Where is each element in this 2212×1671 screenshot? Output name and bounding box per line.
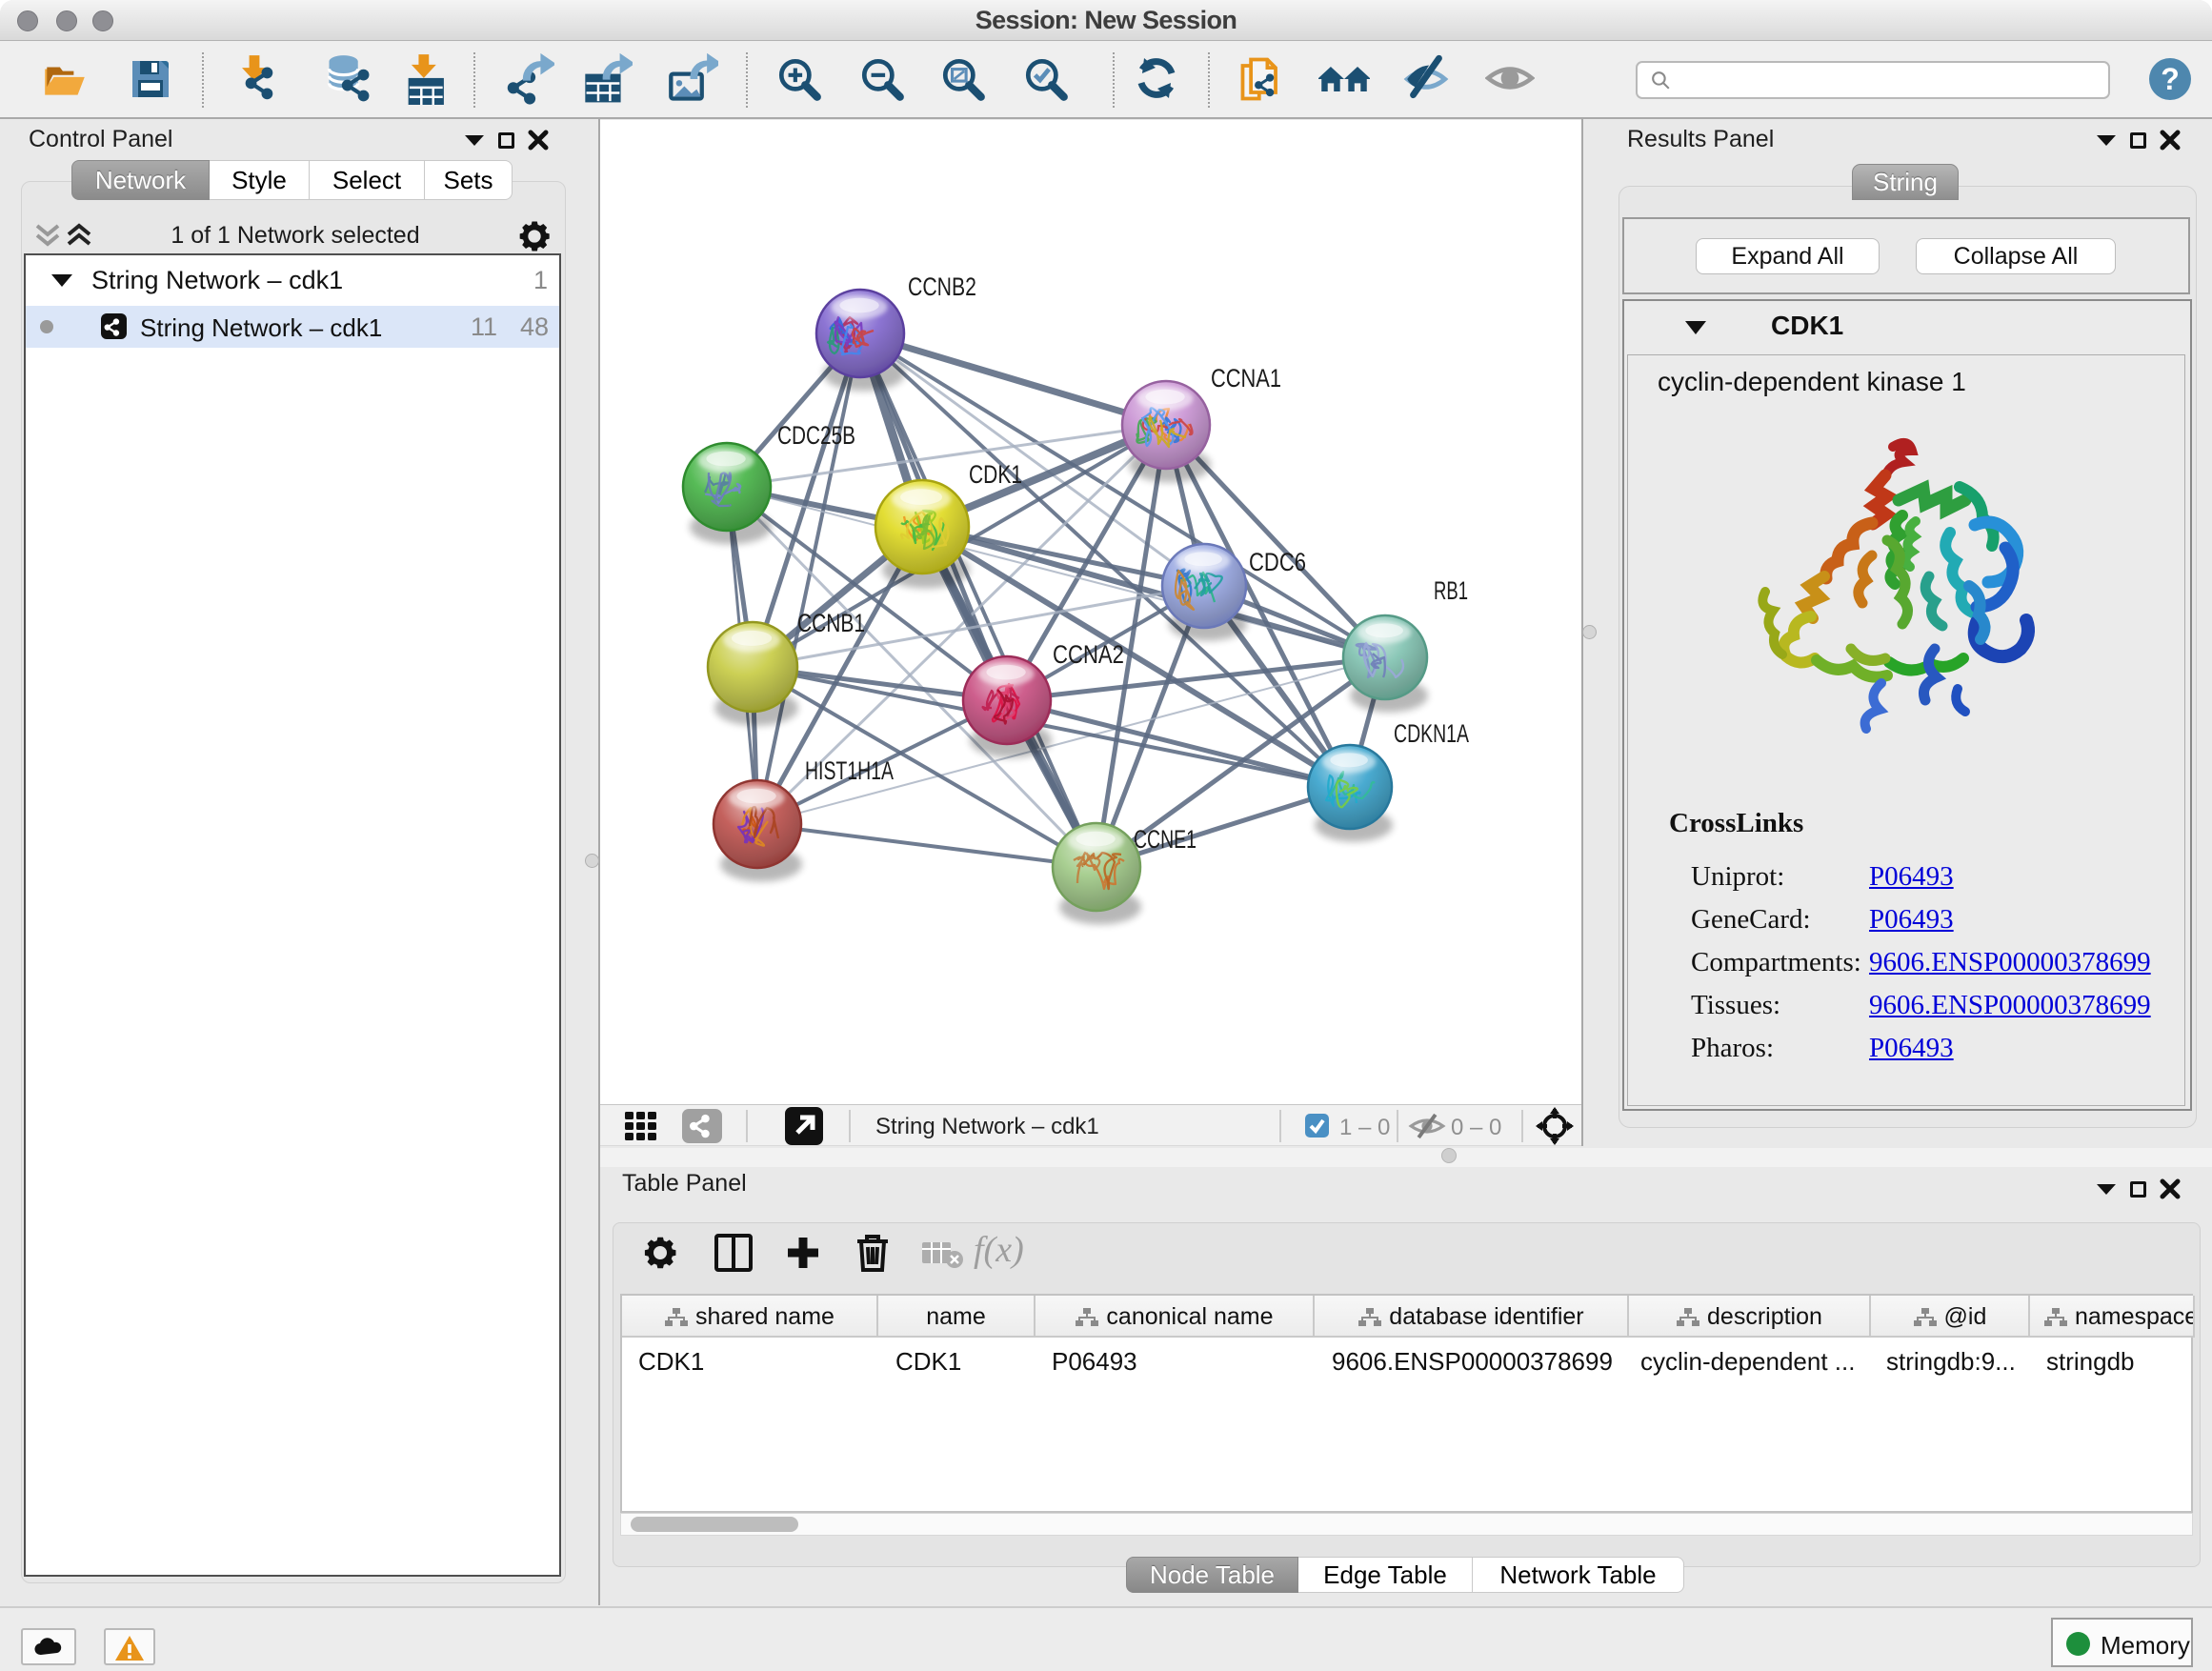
svg-text:CDK1: CDK1 — [969, 460, 1022, 489]
svg-text:CCNA1: CCNA1 — [1211, 364, 1281, 393]
svg-text:CDC6: CDC6 — [1249, 548, 1306, 576]
svg-text:CCNB2: CCNB2 — [908, 272, 976, 301]
svg-text:RB1: RB1 — [1434, 576, 1468, 605]
svg-text:CCNB1: CCNB1 — [797, 609, 865, 637]
svg-text:CDKN1A: CDKN1A — [1394, 719, 1469, 748]
svg-text:HIST1H1A: HIST1H1A — [805, 756, 894, 785]
svg-text:CDC25B: CDC25B — [777, 421, 855, 450]
svg-text:CCNE1: CCNE1 — [1134, 825, 1196, 854]
svg-text:CCNA2: CCNA2 — [1053, 640, 1124, 669]
